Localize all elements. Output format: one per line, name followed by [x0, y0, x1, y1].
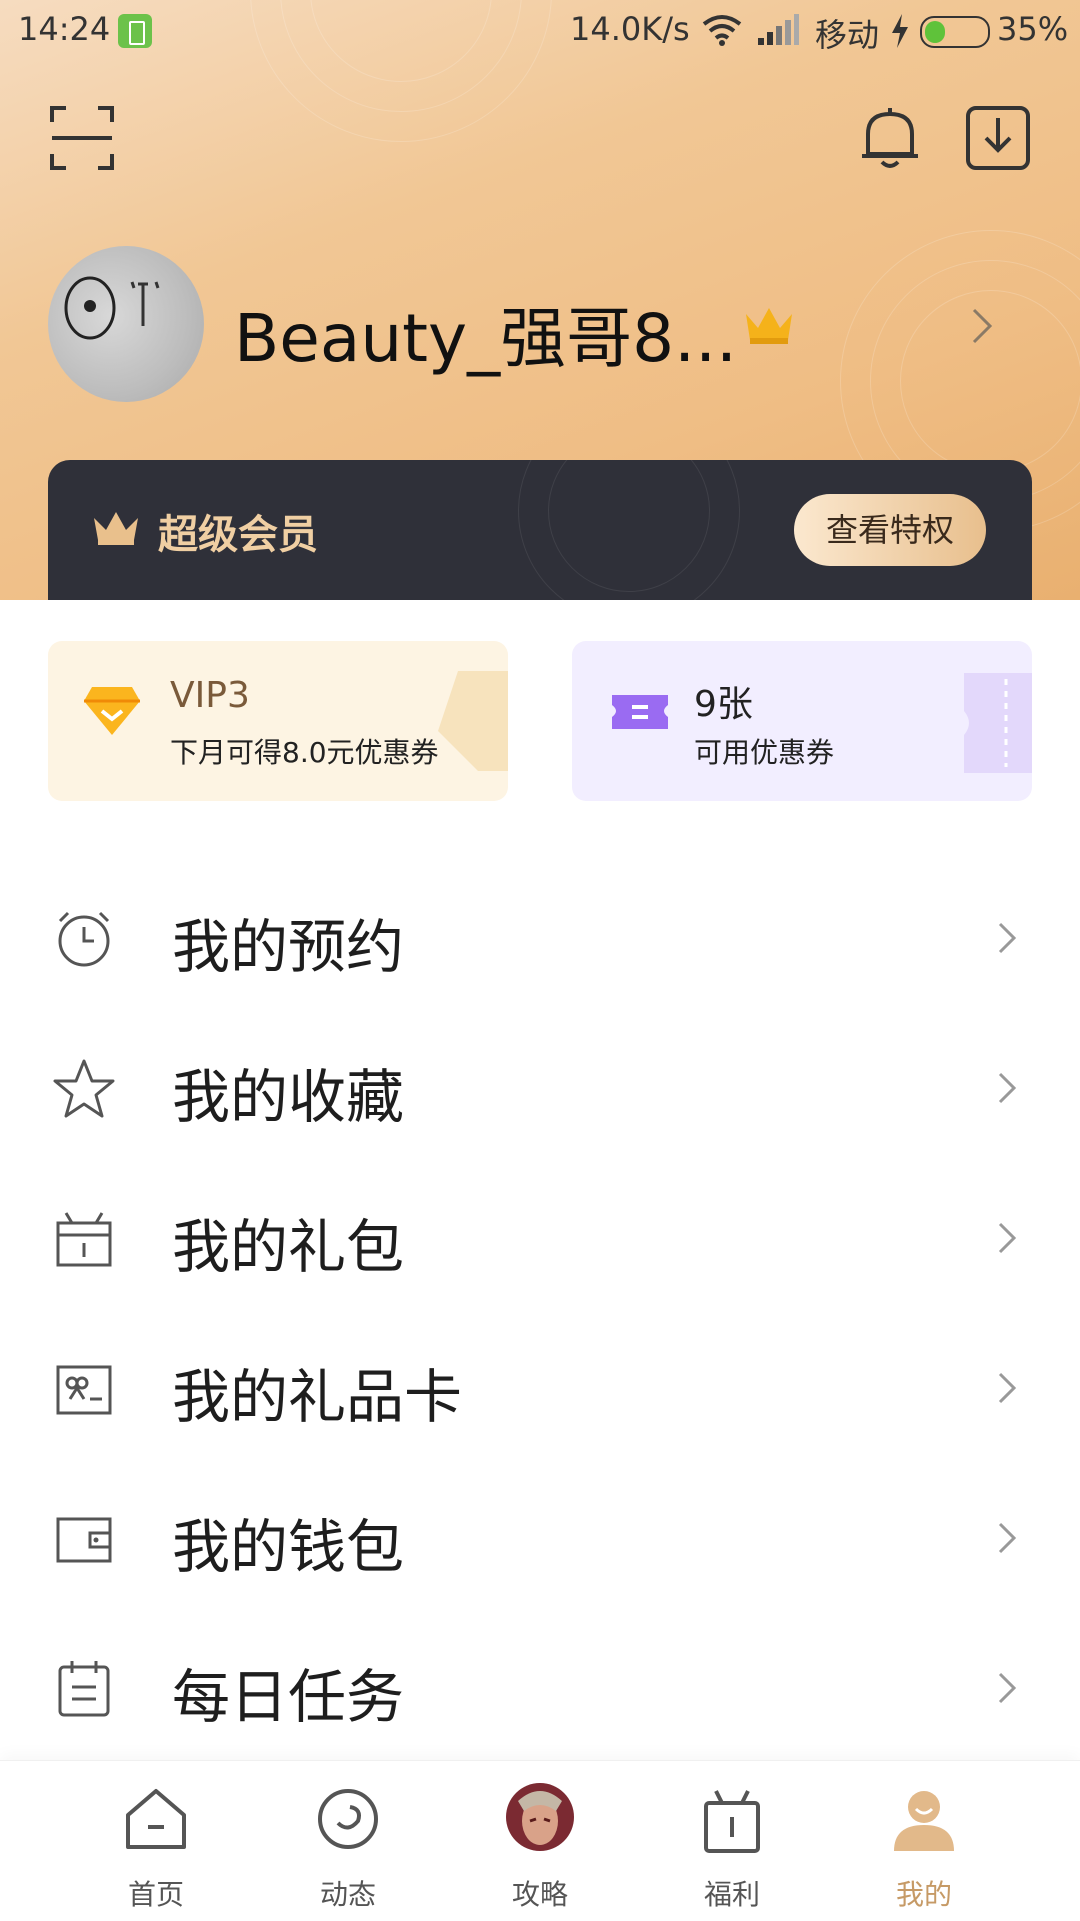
chevron-right-icon — [998, 1672, 1017, 1704]
app-notification-icon — [118, 14, 152, 48]
tab-guides[interactable]: 攻略 — [460, 1761, 620, 1921]
coupon-desc: 可用优惠券 — [694, 736, 835, 769]
gift-icon — [704, 1790, 760, 1853]
vip-level: VIP3 — [170, 675, 250, 716]
coupon-ticket-icon — [612, 695, 668, 729]
tab-label: 福利 — [703, 1878, 760, 1911]
menu-my-gift-packs[interactable]: 我的礼包 — [0, 1162, 1080, 1312]
view-privileges-button[interactable]: 查看特权 — [794, 494, 986, 566]
menu-label: 我的礼包 — [172, 1213, 405, 1281]
calendar-task-icon — [58, 1661, 110, 1717]
username[interactable]: Beauty_强哥8... — [234, 285, 737, 381]
status-time: 14:24 — [18, 10, 111, 48]
tab-mine[interactable]: 我的 — [844, 1761, 1004, 1921]
signal-icon — [758, 14, 799, 45]
menu-label: 我的预约 — [172, 913, 405, 981]
game-avatar-icon — [506, 1783, 574, 1851]
chevron-right-icon — [998, 1522, 1017, 1554]
vip-crown-icon — [94, 512, 138, 545]
tab-label: 动态 — [319, 1878, 376, 1911]
menu-my-wallet[interactable]: 我的钱包 — [0, 1462, 1080, 1612]
star-icon — [53, 1059, 115, 1118]
coupon-card-deco — [964, 673, 1032, 773]
wallet-icon — [56, 1517, 112, 1563]
profile-header: 14:24 14.0K/s 移动 35% Beauty_强哥8... 超级会员 … — [0, 0, 1080, 600]
gift-card-icon — [56, 1365, 112, 1415]
battery-level — [925, 21, 945, 43]
chevron-right-icon — [998, 922, 1017, 954]
menu-my-reservations[interactable]: 我的预约 — [0, 862, 1080, 1012]
avatar-sketch-icon — [64, 276, 160, 340]
coupon-count: 9张 — [694, 684, 753, 725]
menu-daily-tasks[interactable]: 每日任务 — [0, 1612, 1080, 1762]
menu-label: 我的钱包 — [172, 1513, 405, 1581]
wifi-icon — [702, 15, 742, 46]
moments-icon — [318, 1789, 378, 1849]
scan-icon[interactable] — [46, 102, 118, 174]
vip-card-deco — [438, 671, 508, 771]
chevron-right-icon — [998, 1372, 1017, 1404]
gift-box-icon — [56, 1212, 112, 1267]
chevron-right-icon — [998, 1222, 1017, 1254]
alarm-clock-icon — [58, 911, 110, 967]
charging-icon — [892, 14, 908, 48]
tab-label: 我的 — [895, 1878, 952, 1911]
status-bar: 14:24 14.0K/s 移动 35% — [0, 0, 1080, 64]
carrier-name: 移动 — [815, 16, 880, 54]
menu-my-gift-cards[interactable]: 我的礼品卡 — [0, 1312, 1080, 1462]
tab-benefits[interactable]: 福利 — [652, 1761, 812, 1921]
avatar[interactable] — [48, 246, 204, 402]
network-speed: 14.0K/s — [570, 10, 690, 48]
profile-icon — [894, 1791, 954, 1851]
super-vip-banner[interactable]: 超级会员 查看特权 — [48, 460, 1032, 600]
tab-home[interactable]: 首页 — [76, 1761, 236, 1921]
vip-title: 超级会员 — [158, 512, 318, 558]
menu-my-favorites[interactable]: 我的收藏 — [0, 1012, 1080, 1162]
profile-chevron-right-icon[interactable] — [970, 306, 994, 346]
home-icon — [126, 1789, 186, 1849]
battery-percent: 35% — [997, 10, 1069, 48]
vip-level-card[interactable]: VIP3 下月可得8.0元优惠券 — [48, 641, 508, 801]
tab-moments[interactable]: 动态 — [268, 1761, 428, 1921]
bell-icon[interactable] — [854, 102, 926, 174]
tab-label: 攻略 — [511, 1878, 568, 1911]
download-icon[interactable] — [962, 102, 1034, 174]
coupon-card[interactable]: 9张 可用优惠券 — [572, 641, 1032, 801]
menu-label: 每日任务 — [172, 1663, 405, 1731]
vip-crown-icon — [746, 308, 792, 344]
menu-label: 我的礼品卡 — [172, 1363, 463, 1431]
chevron-right-icon — [998, 1072, 1017, 1104]
bottom-tab-bar: 首页 动态 攻略 福利 我的 — [0, 1760, 1080, 1921]
menu-label: 我的收藏 — [172, 1063, 405, 1131]
tab-label: 首页 — [127, 1878, 184, 1911]
vip-diamond-icon — [84, 687, 140, 735]
battery-icon — [920, 16, 990, 48]
vip-level-desc: 下月可得8.0元优惠券 — [170, 736, 439, 769]
